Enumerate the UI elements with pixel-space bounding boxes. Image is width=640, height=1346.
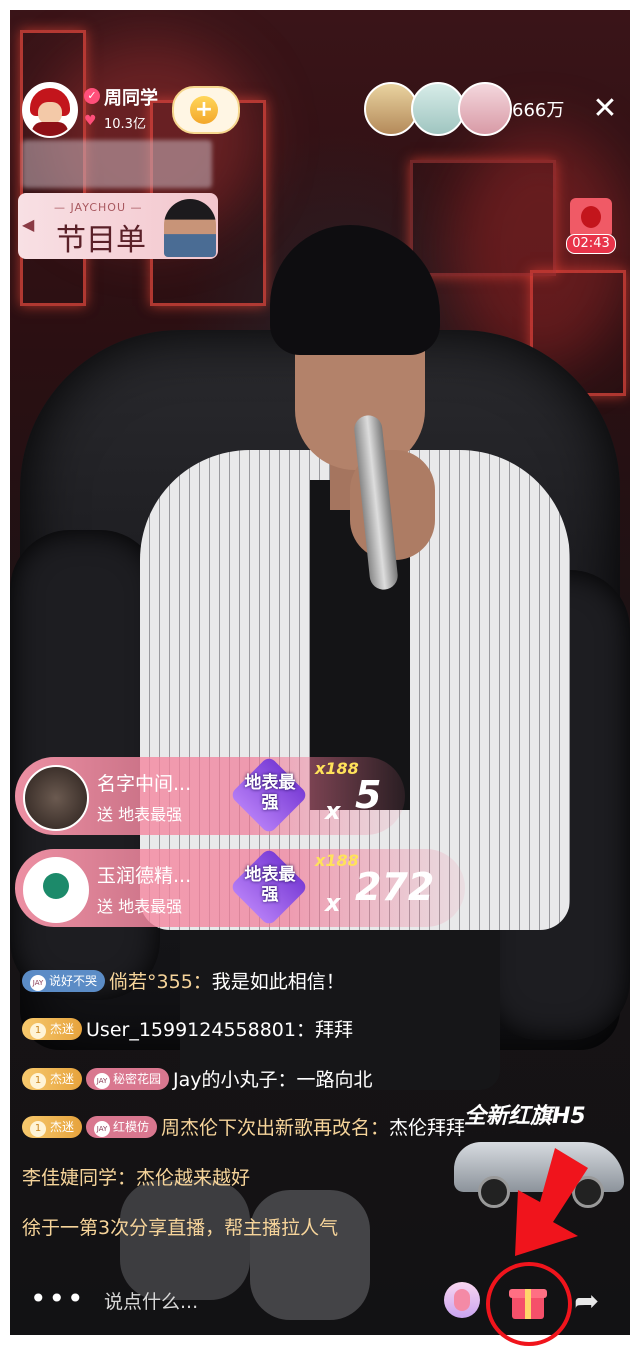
chat-message[interactable]: 1 杰迷 JAY 红模仿 周杰伦下次出新歌再改名：杰伦拜拜 [22,1112,465,1144]
chat-user[interactable]: 倘若°355： [109,971,212,993]
chat-message[interactable]: JAY 说好不哭 倘若°355：我是如此相信！ [22,966,345,998]
gift-sender-avatar[interactable] [23,857,89,923]
gift-count: 5 [355,773,382,817]
anchor-likes: 10.3亿 [104,117,146,132]
effects-icon[interactable] [444,1282,480,1318]
ad-text: 全新红旗H5 [464,1104,586,1129]
mini-timer: 02:43 [566,234,616,254]
chat-message[interactable]: 李佳婕同学：杰伦越来越好 [22,1162,250,1194]
gift-sender-avatar[interactable] [23,765,89,831]
top-viewer-avatar[interactable] [364,82,418,136]
viewer-count[interactable]: 666万 [512,96,564,122]
gift-description: 送 地表最强 [97,805,183,824]
fan-badge: JAY 红模仿 [86,1116,158,1138]
car-image [454,1142,624,1208]
anchor-avatar[interactable] [22,82,78,138]
gift-count: 272 [355,865,435,909]
playlist-subtitle: — JAYCHOU — [54,201,143,214]
follow-plus-icon: + [190,96,218,124]
gift-icon-label: 地表最强 [244,865,296,905]
fan-level-badge: 1 杰迷 [22,1068,83,1090]
chat-system-message: 徐于一第3次分享直播，帮主播拉人气 [22,1212,338,1244]
comment-input[interactable]: 说点什么... [104,1287,198,1314]
playlist-card[interactable]: ◀ — JAYCHOU — 节目单 [18,193,218,259]
collapse-arrow-icon[interactable]: ◀ [22,215,34,234]
gift-sender-name: 玉润德精... [97,865,192,887]
blurred-notice [22,140,212,188]
mini-avatar [570,198,612,238]
verified-icon: ✓ [84,88,100,104]
playlist-title: 节目单 [56,223,146,258]
follow-button[interactable]: + [172,86,240,134]
anchor-name[interactable]: 周同学 [104,84,158,110]
gift-description: 送 地表最强 [97,897,183,916]
gift-icon[interactable] [508,1281,548,1321]
fan-level-badge: 1 杰迷 [22,1116,83,1138]
heart-icon: ♥ [84,113,97,129]
gift-diamond-icon: 地表最强 [229,847,309,927]
top-viewer-avatar[interactable] [411,82,465,136]
gift-multiplier: x188 [315,759,359,778]
close-icon[interactable]: ✕ [588,92,622,126]
performer-shoe [250,1190,370,1320]
share-icon[interactable]: ➦ [574,1285,614,1319]
car-ad-banner[interactable]: 全新红旗H5 [450,1100,630,1210]
fan-badge: JAY 说好不哭 [22,970,106,992]
fan-badge: JAY 秘密花园 [86,1068,170,1090]
chat-message[interactable]: 1 杰迷 User_1599124558801：拜拜 [22,1014,353,1046]
gift-sender-name: 名字中间... [97,773,192,795]
more-button[interactable]: ••• [30,1282,86,1315]
gift-banner: 名字中间... 送 地表最强 地表最强 x188 x 5 [15,755,405,835]
gift-banner: 玉润德精... 送 地表最强 地表最强 x188 x 272 [15,847,465,927]
playlist-photo [164,199,216,257]
chat-user[interactable]: 周杰伦下次出新歌再改名： [161,1117,389,1139]
chat-user[interactable]: Jay的小丸子： [173,1069,297,1091]
chat-text: 徐于一第3次分享直播，帮主播拉人气 [22,1217,339,1239]
chat-text: 杰伦越来越好 [136,1167,251,1189]
chat-user[interactable]: User_1599124558801： [86,1019,315,1041]
chat-user[interactable]: 李佳婕同学： [22,1167,136,1189]
chat-text: 一路向北 [296,1069,373,1091]
fan-level-badge: 1 杰迷 [22,1018,83,1040]
gift-diamond-icon: 地表最强 [229,755,309,835]
chat-text: 我是如此相信！ [211,971,345,993]
gift-x: x [325,889,341,917]
chat-message[interactable]: 1 杰迷 JAY 秘密花园 Jay的小丸子：一路向北 [22,1064,373,1096]
mini-live-thumbnail[interactable]: 02:43 [566,198,616,254]
gift-multiplier: x188 [315,851,359,870]
gift-x: x [325,797,341,825]
chat-text: 拜拜 [314,1019,353,1041]
top-viewer-avatar[interactable] [458,82,512,136]
gift-icon-label: 地表最强 [244,773,296,813]
